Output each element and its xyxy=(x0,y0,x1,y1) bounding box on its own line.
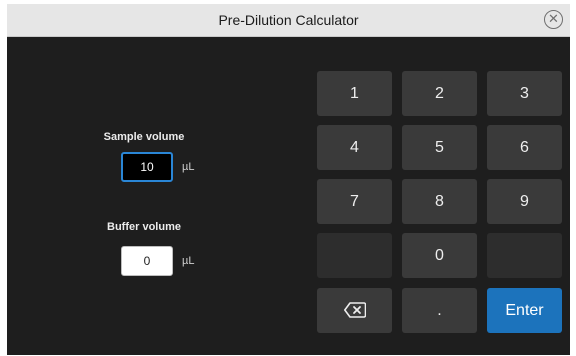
buffer-volume-label: Buffer volume xyxy=(107,221,181,233)
buffer-volume-unit: µL xyxy=(182,255,195,267)
sample-volume-input[interactable]: 10 xyxy=(121,152,173,182)
key-5[interactable]: 5 xyxy=(402,125,477,170)
enter-button[interactable]: Enter xyxy=(487,288,562,333)
key-8[interactable]: 8 xyxy=(402,179,477,224)
title-bar: Pre-Dilution Calculator ✕ xyxy=(7,4,570,37)
key-decimal[interactable]: . xyxy=(402,288,477,333)
key-7[interactable]: 7 xyxy=(317,179,392,224)
key-1[interactable]: 1 xyxy=(317,71,392,116)
backspace-icon xyxy=(344,302,366,318)
pre-dilution-calculator-window: Pre-Dilution Calculator ✕ Sample volume … xyxy=(7,4,570,355)
close-icon[interactable]: ✕ xyxy=(544,10,563,29)
buffer-volume-input[interactable]: 0 xyxy=(121,246,173,276)
backspace-button[interactable] xyxy=(317,288,392,333)
key-6[interactable]: 6 xyxy=(487,125,562,170)
sample-volume-unit: µL xyxy=(182,161,195,173)
key-2[interactable]: 2 xyxy=(402,71,477,116)
key-9[interactable]: 9 xyxy=(487,179,562,224)
key-blank-right xyxy=(487,233,562,278)
key-0[interactable]: 0 xyxy=(402,233,477,278)
sample-volume-label: Sample volume xyxy=(103,131,185,143)
key-3[interactable]: 3 xyxy=(487,71,562,116)
key-blank-left xyxy=(317,233,392,278)
window-title: Pre-Dilution Calculator xyxy=(218,12,359,28)
key-4[interactable]: 4 xyxy=(317,125,392,170)
